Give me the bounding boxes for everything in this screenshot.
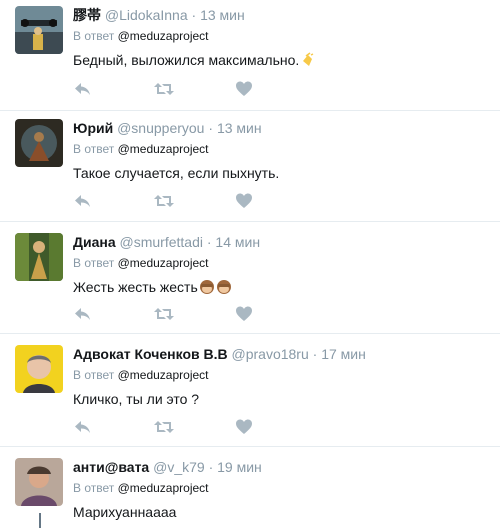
- timestamp[interactable]: 17 мин: [321, 346, 366, 362]
- like-icon: [236, 306, 252, 321]
- tweet-text: Такое случается, если пыхнуть.: [73, 165, 280, 181]
- reply-context: В ответ @meduzaproject: [73, 367, 492, 383]
- reply-button[interactable]: [73, 418, 95, 438]
- reply-mention[interactable]: @meduzaproject: [118, 142, 209, 156]
- avatar[interactable]: [15, 345, 63, 393]
- see-no-evil-monkey-icon: [199, 280, 214, 294]
- separator-dot: ·: [191, 7, 197, 23]
- avatar[interactable]: [15, 233, 63, 281]
- reply-context: В ответ @meduzaproject: [73, 255, 492, 271]
- display-name[interactable]: анти@вата: [73, 459, 149, 475]
- tweet-text: Жесть жесть жесть: [73, 277, 492, 297]
- reply-context: В ответ @meduzaproject: [73, 141, 492, 157]
- retweet-icon: [154, 421, 174, 433]
- reply-feed: 膠帯 @LidokaInna · 13 мин В ответ @meduzap…: [0, 0, 502, 528]
- reply-button[interactable]: [73, 80, 95, 100]
- tweet-text: Кличко, ты ли это ?: [73, 391, 200, 407]
- tweet[interactable]: Юрий @snupperyou · 13 мин В ответ @meduz…: [0, 110, 500, 222]
- display-name[interactable]: Юрий: [73, 120, 113, 136]
- like-icon: [236, 81, 252, 96]
- like-button[interactable]: [235, 305, 257, 325]
- retweet-button[interactable]: [153, 80, 175, 100]
- retweet-button[interactable]: [153, 305, 175, 325]
- timestamp[interactable]: 19 мин: [217, 459, 262, 475]
- reply-mention[interactable]: @meduzaproject: [118, 29, 209, 43]
- separator-dot: ·: [208, 120, 214, 136]
- like-button[interactable]: [235, 192, 257, 212]
- reply-label: В ответ: [73, 29, 115, 43]
- like-button[interactable]: [235, 418, 257, 438]
- reply-context: В ответ @meduzaproject: [73, 28, 492, 44]
- separator-dot: ·: [206, 234, 212, 250]
- display-name[interactable]: Диана: [73, 234, 116, 250]
- avatar[interactable]: [15, 6, 63, 54]
- like-icon: [236, 419, 252, 434]
- reply-icon: [75, 83, 90, 95]
- tweet-text-body: Жесть жесть жесть: [73, 279, 198, 295]
- reply-button[interactable]: [73, 305, 95, 325]
- tweet[interactable]: Диана @smurfettadi · 14 мин В ответ @med…: [0, 221, 500, 334]
- like-icon: [236, 193, 252, 208]
- separator-dot: ·: [312, 346, 318, 362]
- user-handle[interactable]: @snupperyou: [117, 120, 204, 136]
- tweet-text: Бедный, выложился максимально.: [73, 50, 492, 70]
- tweet-actions: [73, 418, 273, 438]
- retweet-icon: [154, 195, 174, 207]
- reply-button[interactable]: [73, 192, 95, 212]
- reply-icon: [75, 308, 90, 320]
- reply-mention[interactable]: @meduzaproject: [118, 368, 209, 382]
- display-name[interactable]: 膠帯: [73, 7, 101, 23]
- timestamp[interactable]: 13 мин: [200, 7, 245, 23]
- tweet[interactable]: 膠帯 @LidokaInna · 13 мин В ответ @meduzap…: [0, 0, 500, 111]
- timestamp[interactable]: 14 мин: [215, 234, 260, 250]
- reply-mention[interactable]: @meduzaproject: [118, 481, 209, 495]
- tweet[interactable]: анти@вата @v_k79 · 19 мин В ответ @meduz…: [0, 446, 500, 528]
- avatar[interactable]: [15, 119, 63, 167]
- tweet-text: Марихуаннаааа: [73, 504, 177, 520]
- tweet-actions: [73, 305, 273, 325]
- retweet-button[interactable]: [153, 418, 175, 438]
- user-handle[interactable]: @v_k79: [153, 459, 205, 475]
- retweet-icon: [154, 83, 174, 95]
- reply-label: В ответ: [73, 481, 115, 495]
- like-button[interactable]: [235, 80, 257, 100]
- reply-label: В ответ: [73, 142, 115, 156]
- reply-label: В ответ: [73, 256, 115, 270]
- user-handle[interactable]: @pravo18ru: [232, 346, 309, 362]
- retweet-button[interactable]: [153, 192, 175, 212]
- reply-label: В ответ: [73, 368, 115, 382]
- retweet-icon: [154, 308, 174, 320]
- tweet-text-body: Бедный, выложился максимально.: [73, 52, 300, 68]
- see-no-evil-monkey-icon: [216, 280, 231, 294]
- timestamp[interactable]: 13 мин: [217, 120, 262, 136]
- separator-dot: ·: [208, 459, 214, 475]
- avatar[interactable]: [15, 458, 63, 506]
- user-handle[interactable]: @smurfettadi: [120, 234, 203, 250]
- reply-mention[interactable]: @meduzaproject: [118, 256, 209, 270]
- tweet-actions: [73, 192, 273, 212]
- reply-icon: [75, 195, 90, 207]
- reply-context: В ответ @meduzaproject: [73, 480, 492, 496]
- tweet[interactable]: Адвокат Коченков В.В @pravo18ru · 17 мин…: [0, 333, 500, 447]
- user-handle[interactable]: @LidokaInna: [105, 7, 188, 23]
- thread-connector-line: [39, 513, 41, 528]
- reply-icon: [75, 421, 90, 433]
- tweet-actions: [73, 80, 273, 100]
- clapping-hands-icon: [303, 52, 314, 66]
- display-name[interactable]: Адвокат Коченков В.В: [73, 346, 228, 362]
